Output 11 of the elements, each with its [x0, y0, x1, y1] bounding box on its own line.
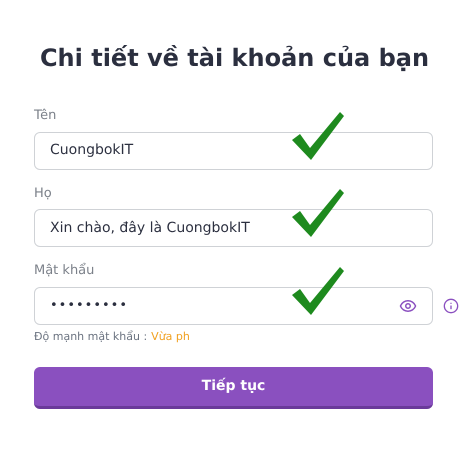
info-icon[interactable] [443, 298, 459, 314]
field-label: Họ [34, 184, 53, 202]
strength-value: Vừa ph [151, 328, 190, 344]
field-label: Tên [34, 107, 58, 125]
page-title: Chi tiết về tài khoản của bạn [38, 43, 430, 74]
input-field[interactable]: Xin chào, đây là CuongbokIT [34, 209, 433, 247]
password-field[interactable]: ••••••••• [34, 286, 433, 324]
field-label: Mật khẩu [34, 262, 96, 280]
input-field[interactable]: CuongbokIT [34, 132, 433, 170]
strength-label: Độ mạnh mật khẩu : [34, 328, 148, 344]
continue-button[interactable]: Tiếp tục [34, 367, 433, 409]
